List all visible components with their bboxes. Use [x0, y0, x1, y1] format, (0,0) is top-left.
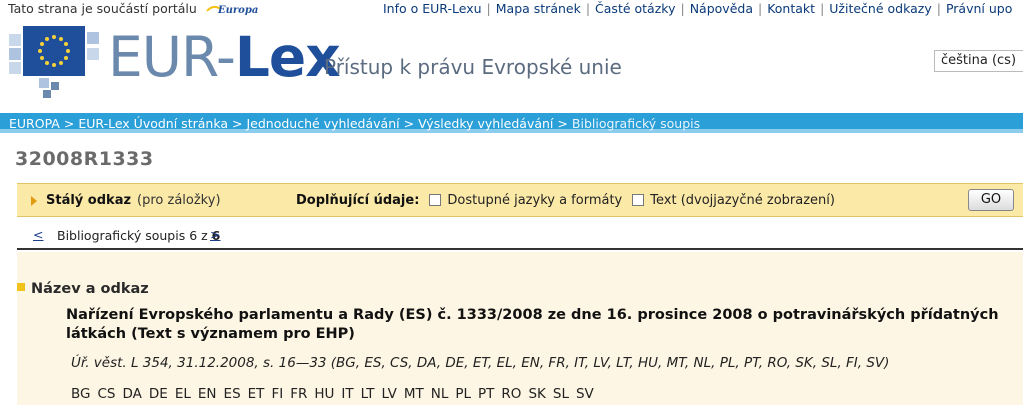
document-title: Nařízení Evropského parlamentu a Rady (E… — [66, 307, 999, 342]
crumb-separator: > — [403, 116, 415, 131]
crumb-simple-search[interactable]: Jednoduché vyhledávání — [246, 116, 399, 131]
separator: | — [585, 1, 591, 16]
extra-info-label: Doplňující údaje: — [296, 193, 420, 208]
pager-info: Bibliografický soupis 6 z 6 — [57, 228, 220, 243]
lang-link-et[interactable]: ET — [248, 386, 265, 402]
language-select[interactable]: čeština (cs) — [934, 50, 1023, 72]
logo-eur: EUR- — [108, 25, 236, 89]
language-links: BG CS DA DE EL EN ES ET FI FR HU IT LT LV MT NL PL PT RO SK… — [71, 386, 601, 402]
breadcrumb-bar: EUROPA > EUR-Lex Úvodní stránka > Jednoduché… — [0, 113, 1023, 133]
lang-link-el[interactable]: EL — [175, 386, 191, 402]
top-links: Info o EUR-Lexu | Mapa stránek | Časté otázk… — [383, 1, 1012, 16]
separator: | — [680, 1, 685, 16]
separator: | — [757, 1, 763, 16]
link-sitemap[interactable]: Mapa stránek — [496, 1, 581, 16]
lang-link-fi[interactable]: FI — [271, 386, 283, 402]
separator: | — [820, 1, 825, 16]
lang-link-es[interactable]: ES — [224, 386, 241, 402]
lang-link-bg[interactable]: BG — [71, 386, 91, 402]
lang-link-it[interactable]: IT — [341, 386, 353, 402]
crumb-home[interactable]: EUR-Lex Úvodní stránka — [78, 116, 228, 131]
oj-reference: Úř. věst. L 354, 31.12.2008, s. 16—33 (B… — [71, 355, 890, 371]
option-bilingual-text-label: Text (dvojjazyčné zobrazení) — [650, 193, 835, 208]
lang-link-sk[interactable]: SK — [528, 386, 545, 402]
crumb-separator: > — [232, 116, 243, 131]
checkbox-languages-formats[interactable] — [429, 194, 442, 206]
lang-link-cs[interactable]: CS — [98, 386, 116, 402]
separator: | — [936, 1, 941, 16]
crumb-europa[interactable]: EUROPA — [9, 116, 60, 131]
permalink[interactable]: Stálý odkaz (pro záložky) — [46, 193, 221, 208]
site-tagline: Přístup k právu Evropské unie — [324, 55, 622, 79]
section-title-and-reference: Název a odkaz — [17, 278, 149, 297]
crumb-separator: > — [557, 116, 568, 131]
document-panel: Název a odkaz Nařízení Evropského parlam… — [17, 252, 1023, 405]
crumb-results[interactable]: Výsledky vyhledávání — [418, 116, 553, 131]
triangle-right-icon — [31, 196, 37, 206]
top-bar: Tato strana je součástí portálu Europa I… — [0, 0, 1023, 18]
separator: | — [486, 1, 491, 16]
permalink-note: (pro záložky) — [137, 193, 221, 208]
lang-link-pt[interactable]: PT — [478, 386, 494, 402]
lang-link-fr[interactable]: FR — [290, 386, 307, 402]
link-contact[interactable]: Kontakt — [767, 1, 815, 16]
breadcrumb: EUROPA > EUR-Lex Úvodní stránka > Jednoduché… — [9, 116, 700, 131]
eu-flag-icon[interactable] — [9, 26, 101, 102]
document-id: 32008R1333 — [15, 148, 154, 170]
link-legal[interactable]: Právní upo — [946, 1, 1012, 16]
lang-link-lv[interactable]: LV — [382, 386, 397, 402]
eurlex-logo[interactable]: EUR-Lex — [108, 25, 341, 89]
crumb-current: Bibliografický soupis — [571, 116, 701, 131]
next-link[interactable]: > — [210, 227, 220, 242]
go-button[interactable]: GO — [968, 189, 1014, 211]
lang-link-mt[interactable]: MT — [404, 386, 424, 402]
pager-info-text: Bibliografický soupis 6 z — [57, 228, 212, 243]
lang-link-da[interactable]: DA — [123, 386, 142, 402]
lang-link-ro[interactable]: RO — [501, 386, 521, 402]
link-useful[interactable]: Užitečné odkazy — [829, 1, 931, 16]
lang-link-pl[interactable]: PL — [455, 386, 471, 402]
lang-link-en[interactable]: EN — [198, 386, 217, 402]
section-marker-icon — [17, 283, 25, 291]
lang-link-hu[interactable]: HU — [314, 386, 334, 402]
options-bar: Stálý odkaz (pro záložky) Doplňující údaj… — [17, 183, 1023, 217]
lang-link-sl[interactable]: SL — [553, 386, 569, 402]
europa-logo-icon[interactable]: Europa — [205, 2, 259, 16]
lang-link-de[interactable]: DE — [149, 386, 168, 402]
option-languages-formats-label: Dostupné jazyky a formáty — [447, 193, 623, 208]
europa-logo-text: Europa — [217, 5, 258, 16]
lang-link-nl[interactable]: NL — [431, 386, 449, 402]
section-title: Název a odkaz — [31, 281, 149, 297]
lang-link-sv[interactable]: SV — [576, 386, 594, 402]
portal-text: Tato strana je součástí portálu — [8, 1, 197, 16]
link-info[interactable]: Info o EUR-Lexu — [383, 1, 482, 16]
prev-link[interactable]: < — [33, 227, 43, 242]
link-help[interactable]: Nápověda — [690, 1, 753, 16]
link-faq[interactable]: Časté otázky — [595, 1, 675, 16]
pager: < Bibliografický soupis 6 z 6 > — [17, 217, 1023, 250]
lang-link-lt[interactable]: LT — [361, 386, 375, 402]
permalink-label[interactable]: Stálý odkaz — [46, 193, 131, 208]
crumb-separator: > — [63, 116, 75, 131]
extra-info: Doplňující údaje: Dostupné jazyky a formá… — [296, 193, 835, 208]
checkbox-bilingual-text[interactable] — [632, 194, 645, 206]
